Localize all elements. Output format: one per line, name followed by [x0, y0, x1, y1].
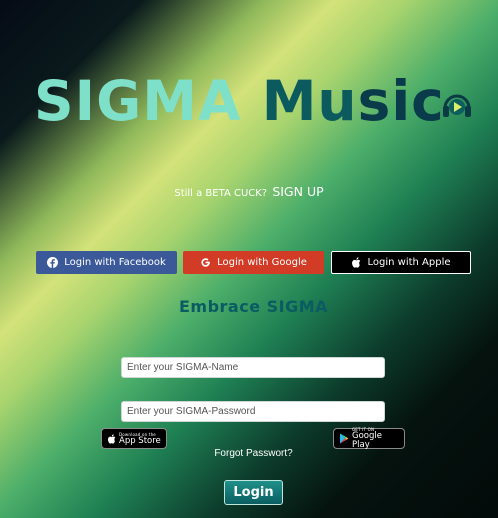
login-facebook-button[interactable]: Login with Facebook [36, 251, 177, 274]
app-title-word-sigma: SIGMA [34, 69, 242, 133]
login-google-label: Login with Google [217, 257, 307, 268]
app-store-badge[interactable]: Download on the App Store [101, 428, 167, 449]
signup-prompt: Still a BETA CUCK? SIGN UP [0, 184, 498, 199]
app-store-big-text: App Store [119, 435, 161, 446]
forgot-password-link[interactable]: Forgot Passwort? [0, 448, 498, 459]
apple-icon [107, 429, 116, 448]
login-facebook-label: Login with Facebook [64, 257, 166, 268]
signup-link[interactable]: SIGN UP [272, 184, 323, 199]
app-store-text: Download on the App Store [119, 432, 161, 446]
app-title: SIGMA Music [34, 68, 444, 134]
login-google-button[interactable]: Login with Google [183, 251, 324, 274]
google-play-badge[interactable]: GET IT ON Google Play [333, 427, 405, 450]
google-play-text: GET IT ON Google Play [352, 427, 399, 450]
sigma-password-input[interactable] [121, 401, 385, 422]
login-apple-label: Login with Apple [367, 257, 451, 268]
signup-prompt-text: Still a BETA CUCK? [174, 188, 268, 199]
google-icon [200, 257, 211, 268]
sigma-name-input[interactable] [121, 357, 385, 378]
login-apple-button[interactable]: Login with Apple [331, 251, 471, 274]
app-title-word-music-a: Mu [261, 69, 358, 133]
app-title-word-music-b: sic [357, 69, 445, 133]
headphones-play-icon [440, 88, 474, 122]
embrace-heading: Embrace SIGMA [178, 297, 329, 316]
facebook-icon [47, 257, 59, 268]
apple-icon [351, 257, 361, 268]
play-store-icon [339, 429, 349, 448]
login-button[interactable]: Login [224, 480, 283, 505]
